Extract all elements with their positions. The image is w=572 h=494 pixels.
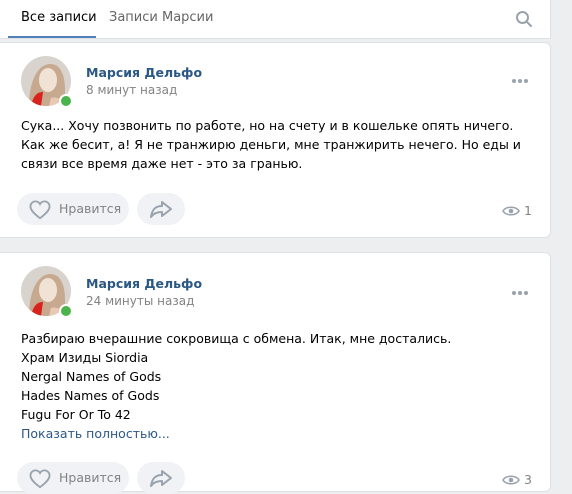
like-label: Нравится: [59, 470, 122, 485]
views-count: 1: [524, 203, 532, 218]
post-text: Разбираю вчерашние сокровища с обмена. И…: [21, 329, 536, 424]
wall-post: Марсия Дельфо 24 минуты назад Разбираю в…: [0, 252, 551, 494]
like-button[interactable]: Нравится: [17, 193, 129, 225]
share-icon: [150, 470, 172, 487]
heart-icon: [29, 469, 51, 489]
eye-icon: [502, 475, 520, 485]
post-text-line: Храм Изиды Siordia: [21, 350, 149, 365]
post-time[interactable]: 8 минут назад: [86, 83, 177, 97]
post-author[interactable]: Марсия Дельфо: [86, 276, 202, 291]
post-text-line: Сука... Хочу позвонить по работе, но на …: [21, 118, 521, 171]
share-icon: [150, 201, 172, 218]
like-button[interactable]: Нравится: [17, 462, 129, 494]
eye-icon: [502, 206, 520, 216]
wall-post: Марсия Дельфо 8 минут назад Сука... Хочу…: [0, 42, 551, 238]
share-button[interactable]: [137, 462, 185, 494]
wall-tabs: Все записи Записи Марсии: [0, 0, 551, 39]
online-indicator: [59, 304, 73, 318]
post-text-line: Hades Names of Gods: [21, 388, 160, 403]
active-tab-underline: [8, 36, 96, 38]
views-count: 3: [524, 472, 532, 487]
search-icon[interactable]: [515, 10, 533, 28]
post-text: Сука... Хочу позвонить по работе, но на …: [21, 116, 536, 173]
show-more-link[interactable]: Показать полностью...: [21, 426, 170, 441]
online-indicator: [59, 94, 73, 108]
tab-all-posts[interactable]: Все записи: [21, 10, 97, 25]
heart-icon: [29, 200, 51, 220]
post-author[interactable]: Марсия Дельфо: [86, 65, 202, 80]
post-text-line: Fugu For Or To 42: [21, 407, 131, 422]
post-text-line: Разбираю вчерашние сокровища с обмена. И…: [21, 331, 452, 346]
share-button[interactable]: [137, 193, 185, 225]
tab-owner-posts[interactable]: Записи Марсии: [109, 10, 213, 25]
post-time[interactable]: 24 минуты назад: [86, 294, 194, 308]
like-label: Нравится: [59, 201, 122, 216]
post-text-line: Nergal Names of Gods: [21, 369, 162, 384]
more-options-icon[interactable]: [512, 280, 532, 295]
more-options-icon[interactable]: [512, 68, 532, 83]
